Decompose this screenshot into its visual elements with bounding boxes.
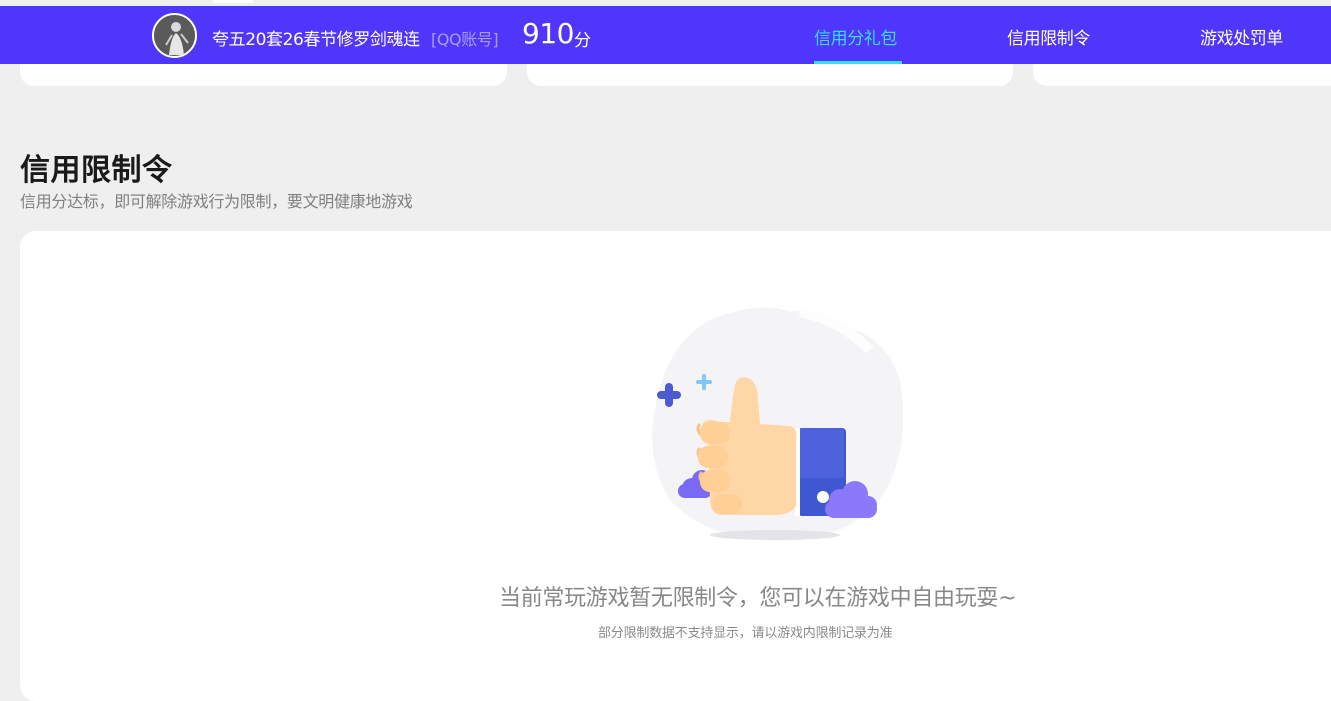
nickname: 夸五20套26春节修罗剑魂连 bbox=[212, 30, 420, 50]
tab-credit-restriction[interactable]: 信用限制令 bbox=[1007, 24, 1090, 49]
credit-score-unit: 分 bbox=[574, 31, 591, 51]
thumbs-up-icon bbox=[652, 307, 904, 541]
section-subtitle: 信用分达标，即可解除游戏行为限制，要文明健康地游戏 bbox=[20, 192, 413, 211]
account-type-label: [QQ账号] bbox=[431, 30, 499, 49]
empty-state-note: 部分限制数据不支持显示，请以游戏内限制记录为准 bbox=[598, 626, 893, 641]
active-tab-indicator bbox=[814, 61, 902, 64]
top-strip-tab bbox=[213, 0, 253, 3]
empty-state-message: 当前常玩游戏暂无限制令，您可以在游戏中自由玩耍~ bbox=[499, 586, 1017, 611]
credit-score: 910 bbox=[522, 17, 574, 50]
section-title: 信用限制令 bbox=[20, 153, 173, 188]
avatar[interactable] bbox=[152, 13, 197, 58]
top-navbar: 夸五20套26春节修罗剑魂连 [QQ账号] 910 分 信用分礼包 信用限制令 … bbox=[0, 6, 1331, 64]
tab-credit-gift[interactable]: 信用分礼包 bbox=[814, 24, 897, 49]
tab-game-penalty[interactable]: 游戏处罚单 bbox=[1200, 24, 1283, 49]
avatar-image bbox=[154, 15, 195, 56]
